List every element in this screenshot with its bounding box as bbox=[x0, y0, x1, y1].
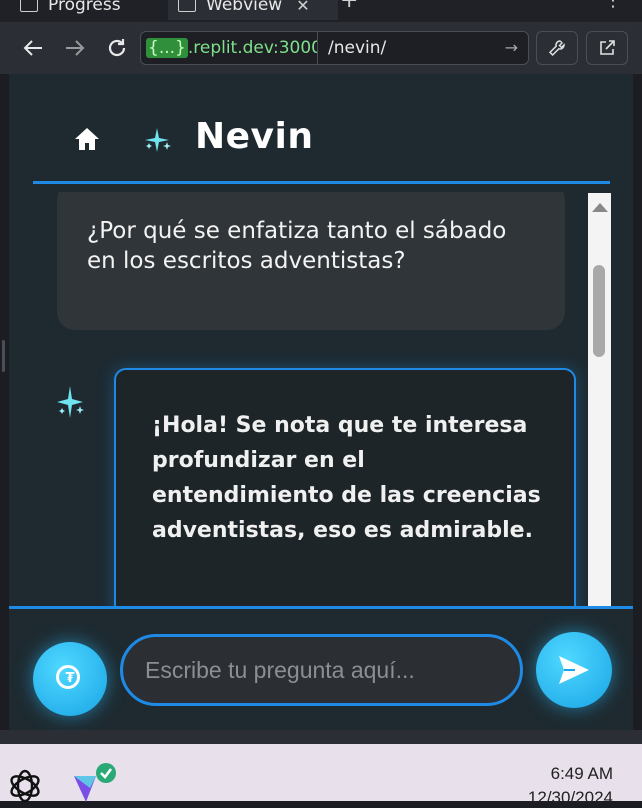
resize-handle[interactable] bbox=[2, 340, 5, 372]
attach-glyph: ₮ bbox=[65, 671, 75, 686]
url-domain-rest: .replit.dev:3000 bbox=[187, 38, 317, 58]
clock-date[interactable]: 12/30/2024 bbox=[528, 788, 613, 808]
header-divider bbox=[33, 181, 610, 184]
open-external-button[interactable] bbox=[586, 31, 628, 65]
chat-area: ¿Por qué se enfatiza tanto el sábado en … bbox=[33, 192, 611, 606]
input-divider bbox=[9, 606, 633, 609]
progress-icon bbox=[20, 0, 38, 12]
bot-sparkle-icon bbox=[57, 386, 84, 418]
url-domain: {...} .replit.dev:3000 bbox=[141, 32, 317, 64]
sparkle-icon bbox=[145, 128, 171, 152]
back-icon bbox=[23, 40, 42, 56]
go-arrow-icon[interactable]: → bbox=[505, 32, 518, 64]
scroll-thumb[interactable] bbox=[593, 265, 605, 357]
home-icon[interactable] bbox=[74, 126, 100, 152]
close-tab-icon[interactable]: ✕ bbox=[296, 0, 309, 15]
wrench-icon bbox=[548, 40, 565, 57]
send-icon bbox=[559, 656, 589, 684]
open-external-icon bbox=[600, 40, 615, 55]
app-title: Nevin bbox=[195, 116, 314, 157]
tab-strip: Progress Webview ✕ + ⋮ bbox=[0, 0, 642, 22]
tab-webview-label: Webview bbox=[206, 0, 283, 15]
back-button[interactable] bbox=[20, 35, 46, 61]
reload-button[interactable] bbox=[104, 35, 130, 61]
user-message-bubble: ¿Por qué se enfatiza tanto el sábado en … bbox=[57, 192, 565, 330]
url-domain-badge: {...} bbox=[146, 38, 188, 58]
clock-time[interactable]: 6:49 AM bbox=[551, 764, 613, 784]
url-path-input[interactable]: /nevin/ bbox=[317, 32, 492, 64]
add-tab-button[interactable]: + bbox=[340, 0, 358, 13]
tab-webview[interactable]: Webview ✕ bbox=[168, 0, 338, 20]
forward-button[interactable] bbox=[62, 35, 88, 61]
proton-vpn-icon[interactable] bbox=[70, 762, 118, 806]
window-bottom-frame bbox=[0, 730, 642, 744]
forward-icon bbox=[66, 40, 85, 56]
more-options-button[interactable]: ⋮ bbox=[604, 0, 622, 11]
nevin-app: Nevin ¿Por qué se enfatiza tanto el sába… bbox=[9, 74, 633, 730]
address-bar: {...} .replit.dev:3000 /nevin/ → bbox=[0, 22, 642, 74]
taskbar: 6:49 AM 12/30/2024 bbox=[0, 744, 642, 807]
url-field[interactable]: {...} .replit.dev:3000 /nevin/ → bbox=[140, 31, 529, 65]
monitor-icon bbox=[178, 0, 196, 12]
tab-progress[interactable]: Progress bbox=[20, 0, 121, 20]
tab-progress-label: Progress bbox=[48, 0, 121, 15]
chat-scrollbar[interactable] bbox=[588, 193, 611, 606]
reload-icon bbox=[108, 39, 126, 57]
scroll-up-arrow[interactable] bbox=[592, 203, 608, 212]
question-input[interactable] bbox=[120, 634, 523, 706]
send-button[interactable] bbox=[536, 632, 612, 708]
bot-message-bubble: ¡Hola! Se nota que te interesa profundiz… bbox=[114, 368, 576, 606]
attach-button[interactable]: ₮ bbox=[33, 642, 107, 716]
chatgpt-icon[interactable] bbox=[6, 767, 44, 805]
devtools-button[interactable] bbox=[536, 31, 578, 65]
app-header: Nevin bbox=[9, 74, 633, 184]
